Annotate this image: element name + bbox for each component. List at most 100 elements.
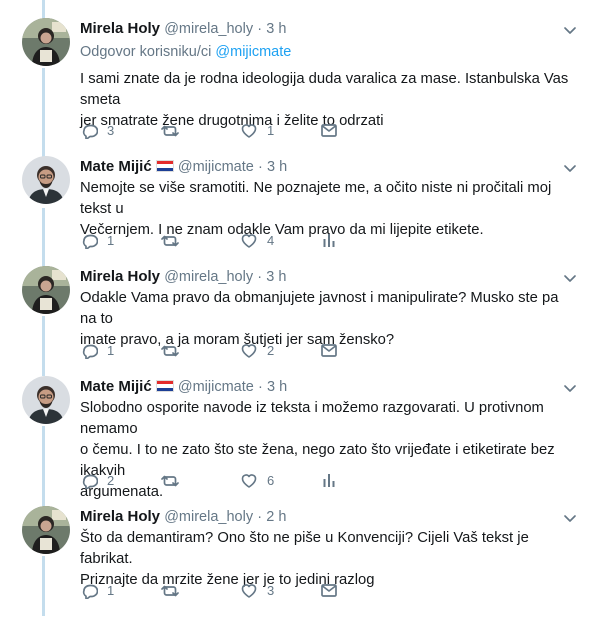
retweet-button[interactable]	[161, 230, 188, 250]
thread-line	[42, 0, 45, 18]
croatia-flag-icon	[155, 160, 174, 172]
like-count: 4	[267, 232, 275, 248]
tweet-header: Mirela Holy @mirela_holy · 3 h	[80, 266, 286, 288]
avatar[interactable]	[22, 266, 70, 314]
reply-count: 1	[107, 342, 115, 358]
timestamp[interactable]: 3 h	[266, 21, 286, 37]
thread-line	[42, 556, 45, 616]
user-handle[interactable]: @mirela_holy	[164, 21, 253, 37]
display-name[interactable]: Mate Mijić	[80, 378, 152, 395]
analytics-icon	[323, 234, 335, 247]
croatia-flag-icon	[155, 380, 174, 392]
retweet-button[interactable]	[161, 120, 188, 140]
tweet-text-line: I sami znate da je rodna ideologija duda…	[80, 71, 569, 108]
timestamp[interactable]: 3 h	[267, 159, 287, 175]
retweet-icon	[161, 345, 179, 357]
thread-line	[42, 208, 45, 266]
direct-message-button[interactable]	[320, 580, 338, 600]
avatar[interactable]	[22, 18, 70, 66]
like-button[interactable]: 6	[240, 470, 274, 490]
reply-prefix: Odgovor korisniku/ci	[80, 44, 212, 60]
avatar[interactable]	[22, 506, 70, 554]
retweet-icon	[161, 235, 179, 247]
analytics-button[interactable]	[320, 470, 338, 490]
reply-button[interactable]: 1	[80, 580, 114, 600]
reply-icon	[82, 124, 98, 139]
direct-message-button[interactable]	[320, 340, 338, 360]
tweet-actions: 1 3	[80, 580, 340, 600]
tweet-actions: 3 1	[80, 120, 340, 140]
like-count: 3	[267, 582, 275, 598]
chevron-down-icon[interactable]	[562, 270, 578, 286]
display-name[interactable]: Mirela Holy	[80, 268, 160, 285]
tweet-text-line: Slobodno osporite navode iz teksta i mož…	[80, 400, 544, 437]
avatar[interactable]	[22, 376, 70, 424]
reply-icon	[82, 234, 98, 249]
tweet-header: Mate Mijić @mijicmate · 3 h	[80, 156, 287, 178]
separator-dot: ·	[257, 379, 263, 395]
thread-line	[42, 426, 45, 506]
tweet-header: Mirela Holy @mirela_holy · 2 h	[80, 506, 286, 528]
separator-dot: ·	[257, 509, 263, 525]
user-handle[interactable]: @mirela_holy	[164, 269, 253, 285]
heart-icon	[241, 344, 257, 358]
retweet-icon	[161, 585, 179, 597]
reply-icon	[82, 344, 98, 359]
like-button[interactable]: 1	[240, 120, 274, 140]
separator-dot: ·	[257, 21, 263, 37]
reply-count: 2	[107, 472, 115, 488]
separator-dot: ·	[257, 269, 263, 285]
reply-button[interactable]: 1	[80, 230, 114, 250]
tweet-text-line: Nemojte se više sramotiti. Ne poznajete …	[80, 180, 552, 217]
reply-mention-link[interactable]: @mijicmate	[215, 44, 291, 60]
like-button[interactable]: 2	[240, 340, 274, 360]
tweet-text-line: Što da demantiram? Ono što ne piše u Kon…	[80, 530, 529, 567]
heart-icon	[241, 234, 257, 248]
display-name[interactable]: Mate Mijić	[80, 158, 152, 175]
user-handle[interactable]: @mijicmate	[178, 159, 254, 175]
timestamp[interactable]: 3 h	[266, 269, 286, 285]
user-handle[interactable]: @mirela_holy	[164, 509, 253, 525]
thread-line	[42, 68, 45, 158]
mail-icon	[321, 124, 337, 137]
reply-button[interactable]: 3	[80, 120, 114, 140]
retweet-icon	[161, 475, 179, 487]
mail-icon	[321, 344, 337, 357]
heart-icon	[241, 474, 257, 488]
avatar[interactable]	[22, 156, 70, 204]
display-name[interactable]: Mirela Holy	[80, 20, 160, 37]
tweet-actions: 2 6	[80, 470, 340, 490]
separator-dot: ·	[257, 159, 263, 175]
chevron-down-icon[interactable]	[562, 510, 578, 526]
reply-count: 1	[107, 582, 115, 598]
chevron-down-icon[interactable]	[562, 380, 578, 396]
retweet-button[interactable]	[161, 340, 188, 360]
like-button[interactable]: 3	[240, 580, 274, 600]
heart-icon	[241, 124, 257, 138]
retweet-button[interactable]	[161, 580, 188, 600]
tweet-actions: 1 2	[80, 340, 340, 360]
like-count: 1	[267, 122, 275, 138]
chevron-down-icon[interactable]	[562, 22, 578, 38]
reply-button[interactable]: 2	[80, 470, 114, 490]
reply-count: 3	[107, 122, 115, 138]
tweet-actions: 1 4	[80, 230, 340, 250]
reply-button[interactable]: 1	[80, 340, 114, 360]
timestamp[interactable]: 2 h	[266, 509, 286, 525]
like-count: 2	[267, 342, 275, 358]
tweet-header: Mirela Holy @mirela_holy · 3 h	[80, 18, 286, 40]
analytics-button[interactable]	[320, 230, 338, 250]
display-name[interactable]: Mirela Holy	[80, 508, 160, 525]
user-handle[interactable]: @mijicmate	[178, 379, 254, 395]
retweet-button[interactable]	[161, 470, 188, 490]
timestamp[interactable]: 3 h	[267, 379, 287, 395]
chevron-down-icon[interactable]	[562, 160, 578, 176]
direct-message-button[interactable]	[320, 120, 338, 140]
tweet-text-line: Odakle Vama pravo da obmanjujete javnost…	[80, 290, 559, 327]
reply-icon	[82, 584, 98, 599]
heart-icon	[241, 584, 257, 598]
reply-context: Odgovor korisniku/ci @mijicmate	[80, 44, 291, 60]
reply-icon	[82, 474, 98, 489]
like-button[interactable]: 4	[240, 230, 274, 250]
thread-line	[42, 316, 45, 376]
